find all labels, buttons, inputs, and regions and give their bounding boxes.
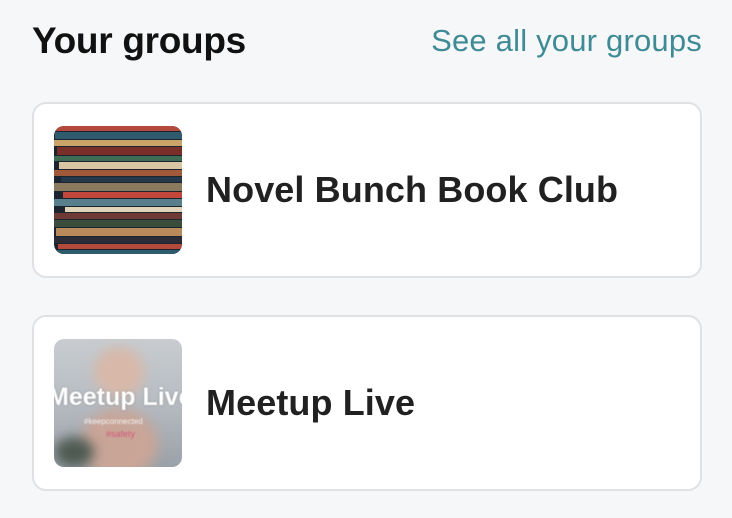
section-title: Your groups xyxy=(32,20,246,61)
book-spine xyxy=(55,132,182,139)
book-spine xyxy=(59,162,182,169)
group-name: Meetup Live xyxy=(206,382,416,423)
book-spine xyxy=(54,250,182,254)
your-groups-section: Your groups See all your groups Novel Bu… xyxy=(0,0,732,518)
book-spine xyxy=(54,170,182,176)
book-spine xyxy=(57,147,182,155)
thumbnail-subcaption-2: #safety xyxy=(106,429,136,439)
thumbnail-subcaption: #keepconnected xyxy=(84,417,143,426)
group-card-novel-bunch[interactable]: Novel Bunch Book Club xyxy=(32,102,702,278)
group-name: Novel Bunch Book Club xyxy=(206,169,619,210)
see-all-groups-link[interactable]: See all your groups xyxy=(431,23,702,59)
book-spine xyxy=(54,237,182,243)
group-card-meetup-live[interactable]: Meetup Live #keepconnected #safety Meetu… xyxy=(32,315,702,491)
book-spine xyxy=(65,207,182,212)
book-spine xyxy=(54,156,182,161)
book-spine xyxy=(58,244,182,249)
thumbnail-caption: Meetup Live xyxy=(54,383,182,411)
book-spine xyxy=(56,228,182,236)
book-spine xyxy=(63,192,182,198)
book-spine xyxy=(54,140,182,146)
book-spine xyxy=(54,220,182,227)
book-spine xyxy=(54,126,182,131)
book-spine xyxy=(54,213,182,219)
group-thumbnail-meetup-live: Meetup Live #keepconnected #safety xyxy=(54,339,182,467)
thumbnail-plant xyxy=(54,437,94,467)
book-spine xyxy=(54,183,182,191)
group-thumbnail-books xyxy=(54,126,182,254)
book-spine xyxy=(61,177,182,182)
book-spine xyxy=(54,199,182,206)
section-header: Your groups See all your groups xyxy=(32,18,702,64)
